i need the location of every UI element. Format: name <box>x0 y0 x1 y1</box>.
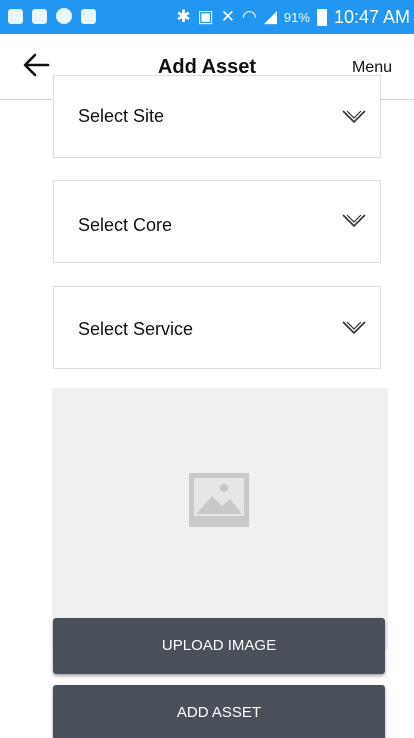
battery-icon <box>316 8 327 26</box>
image-preview <box>52 388 388 650</box>
chevron-down-icon <box>342 110 366 124</box>
add-icon <box>8 8 23 24</box>
back-button[interactable] <box>20 48 54 82</box>
signal-icon: ◢ <box>263 7 277 26</box>
core-select[interactable]: Select Core <box>53 180 381 263</box>
wifi-icon: ◠ <box>241 7 257 26</box>
bluetooth-icon: ✱ <box>176 7 191 26</box>
service-select-label: Select Service <box>78 319 194 339</box>
notification-icons <box>8 8 96 24</box>
chevron-down-icon <box>342 214 366 228</box>
nfc-icon: ▣ <box>197 7 214 26</box>
add-asset-button[interactable]: ADD ASSET <box>53 685 385 738</box>
upload-image-button[interactable]: UPLOAD IMAGE <box>53 618 385 674</box>
service-select[interactable]: Select Service <box>53 286 381 369</box>
chevron-down-icon <box>342 321 366 335</box>
arrow-left-icon <box>23 53 50 77</box>
battery-percent: 91% <box>283 9 310 25</box>
image-icon <box>32 8 47 24</box>
site-select-label: Select Site <box>78 106 165 126</box>
status-bar: ✱ ▣ ✕ ◠ ◢ 91% 10:47 AM <box>0 0 414 34</box>
mute-icon: ✕ <box>220 7 235 26</box>
close-box-icon <box>81 8 96 24</box>
site-select[interactable]: Select Site <box>53 75 381 158</box>
core-select-label: Select Core <box>78 215 173 235</box>
clock: 10:47 AM <box>333 6 410 27</box>
system-icons: ✱ ▣ ✕ ◠ ◢ 91% 10:47 AM <box>176 4 410 30</box>
image-placeholder-icon <box>189 473 249 527</box>
lock-icon <box>56 8 72 24</box>
